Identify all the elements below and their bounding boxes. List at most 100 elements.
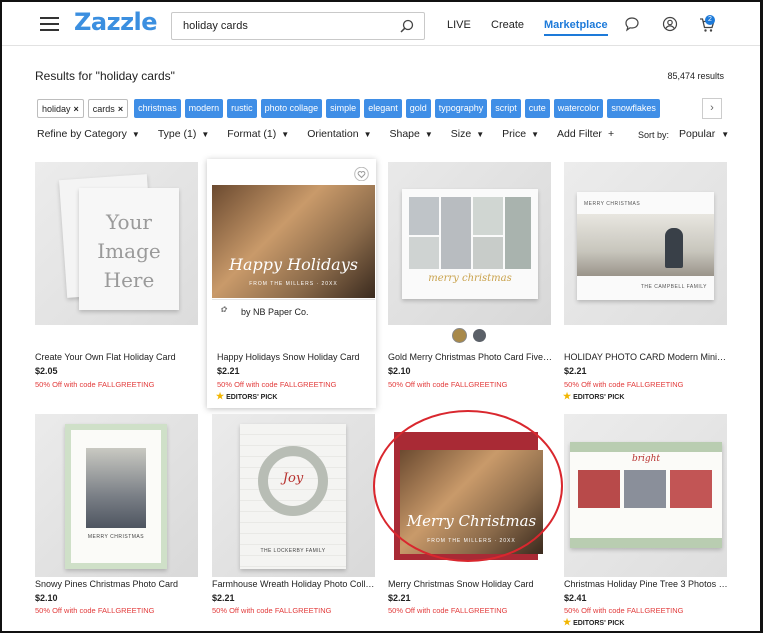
color-swatch[interactable]	[473, 329, 486, 342]
suggest-chip[interactable]: simple	[326, 99, 361, 118]
remove-chip-icon[interactable]: ×	[74, 104, 79, 114]
product-title[interactable]: Create Your Own Flat Holiday Card	[35, 352, 200, 362]
product-price: $2.05	[35, 366, 58, 376]
thumb-caption: Merry Christmas	[406, 512, 537, 530]
seller-logo-icon: ✿	[220, 305, 227, 314]
suggest-chip[interactable]: typography	[434, 99, 488, 118]
thumb-caption: Here	[103, 268, 155, 292]
browser-frame: Zazzle holiday cards LIVE Create Marketp…	[0, 0, 763, 633]
menu-icon[interactable]	[40, 17, 59, 31]
suggest-chip[interactable]: christmas	[134, 99, 181, 118]
results-count: 85,474 results	[667, 71, 724, 81]
editors-pick-badge: ★ EDITORS' PICK	[563, 391, 625, 401]
product-promo: 50% Off with code FALLGREETING	[217, 380, 337, 389]
chip-row: holiday × cards × christmas modern rustic …	[37, 99, 660, 118]
filter-category[interactable]: Refine by Category ▼	[37, 128, 140, 144]
product-thumbnail[interactable]: MERRY CHRISTMAS	[35, 414, 198, 577]
applied-chip-cards[interactable]: cards ×	[87, 99, 129, 118]
account-icon[interactable]	[662, 16, 678, 32]
suggest-chip[interactable]: rustic	[227, 99, 257, 118]
suggest-chip[interactable]: snowflakes	[607, 99, 660, 118]
star-icon: ★	[563, 617, 572, 627]
product-title[interactable]: Happy Holidays Snow Holiday Card	[217, 352, 382, 362]
product-thumbnail[interactable]: Joy THE LOCKERBY FAMILY	[212, 414, 375, 577]
chevron-down-icon: ▼	[721, 130, 730, 139]
filter-shape[interactable]: Shape ▼	[389, 128, 432, 144]
thumb-caption: merry christmas	[428, 273, 512, 284]
zazzle-logo[interactable]: Zazzle	[74, 8, 158, 36]
cart-count-badge: 2	[705, 15, 715, 25]
suggest-chip[interactable]: gold	[405, 99, 431, 118]
chevron-down-icon: ▼	[201, 130, 210, 139]
site-header: Zazzle holiday cards LIVE Create Marketp…	[2, 2, 760, 46]
plus-icon: +	[607, 128, 615, 140]
product-price: $2.41	[564, 593, 587, 603]
product-thumbnail[interactable]: Happy Holidays FROM THE MILLERS · 20XX	[212, 185, 375, 298]
filter-price[interactable]: Price ▼	[502, 128, 539, 144]
product-promo: 50% Off with code FALLGREETING	[388, 380, 508, 389]
chevron-down-icon: ▼	[476, 130, 485, 139]
chevron-down-icon: ▼	[131, 130, 140, 139]
sort-select[interactable]: Popular ▼	[679, 128, 729, 140]
suggest-chip[interactable]: script	[491, 99, 521, 118]
filter-type[interactable]: Type (1) ▼	[158, 128, 209, 144]
product-promo: 50% Off with code FALLGREETING	[564, 380, 684, 389]
thumb-caption: Your	[106, 210, 152, 234]
favorite-heart-icon[interactable]	[354, 167, 369, 181]
product-thumbnail[interactable]: bright	[564, 414, 727, 577]
product-price: $2.10	[35, 593, 58, 603]
product-price: $2.21	[564, 366, 587, 376]
chevron-down-icon: ▼	[531, 130, 539, 139]
product-title[interactable]: Snowy Pines Christmas Photo Card	[35, 579, 200, 589]
chat-icon[interactable]	[624, 16, 640, 32]
search-icon[interactable]	[400, 19, 414, 33]
suggest-chip[interactable]: photo collage	[260, 99, 323, 118]
nav-live[interactable]: LIVE	[447, 19, 471, 31]
editors-pick-badge: ★ EDITORS' PICK	[216, 391, 278, 401]
thumb-caption: FROM THE MILLERS · 20XX	[249, 281, 338, 287]
product-thumbnail[interactable]: MERRY CHRISTMAS THE CAMPBELL FAMILY	[564, 162, 727, 325]
product-thumbnail[interactable]: Your Image Here	[35, 162, 198, 325]
nav-marketplace[interactable]: Marketplace	[544, 19, 608, 36]
filter-orientation[interactable]: Orientation ▼	[307, 128, 371, 144]
filter-size[interactable]: Size ▼	[451, 128, 484, 144]
product-thumbnail[interactable]: Merry Christmas FROM THE MILLERS · 20XX	[388, 414, 551, 577]
thumb-caption: Image	[97, 239, 161, 263]
results-title: Results for "holiday cards"	[35, 69, 175, 83]
thumb-caption: MERRY CHRISTMAS	[87, 534, 145, 540]
product-title[interactable]: Gold Merry Christmas Photo Card Five P..…	[388, 352, 553, 362]
chevron-down-icon: ▼	[363, 130, 372, 139]
applied-chip-holiday[interactable]: holiday ×	[37, 99, 84, 118]
product-price: $2.21	[212, 593, 235, 603]
thumb-caption: Joy	[282, 471, 304, 486]
chips-next-chevron-icon[interactable]: ›	[702, 98, 722, 119]
filter-bar: Refine by Category ▼ Type (1) ▼ Format (1)…	[37, 128, 614, 144]
editors-pick-badge: ★ EDITORS' PICK	[563, 617, 625, 627]
suggest-chip[interactable]: cute	[524, 99, 550, 118]
product-title[interactable]: Christmas Holiday Pine Tree 3 Photos C..…	[564, 579, 729, 589]
remove-chip-icon[interactable]: ×	[118, 104, 123, 114]
search-value: holiday cards	[183, 20, 248, 32]
product-title[interactable]: Farmhouse Wreath Holiday Photo Collag...	[212, 579, 377, 589]
thumb-caption: Happy Holidays	[229, 255, 358, 274]
star-icon: ★	[563, 391, 572, 401]
chevron-down-icon: ▼	[281, 130, 290, 139]
search-input[interactable]: holiday cards	[171, 12, 425, 40]
thumb-caption: bright	[631, 454, 661, 464]
sort-label: Sort by:	[638, 130, 670, 140]
suggest-chip[interactable]: elegant	[364, 99, 402, 118]
add-filter[interactable]: Add Filter +	[557, 128, 614, 144]
product-price: $2.21	[388, 593, 411, 603]
product-thumbnail[interactable]: merry christmas	[388, 162, 551, 325]
thumb-caption: MERRY CHRISTMAS	[584, 201, 641, 207]
seller-name[interactable]: by NB Paper Co.	[241, 307, 309, 317]
product-promo: 50% Off with code FALLGREETING	[212, 606, 332, 615]
product-title[interactable]: Merry Christmas Snow Holiday Card	[388, 579, 553, 589]
suggest-chip[interactable]: modern	[184, 99, 224, 118]
suggest-chip[interactable]: watercolor	[553, 99, 604, 118]
color-swatch[interactable]	[453, 329, 466, 342]
product-title[interactable]: HOLIDAY PHOTO CARD Modern Minimal...	[564, 352, 729, 362]
product-promo: 50% Off with code FALLGREETING	[564, 606, 684, 615]
filter-format[interactable]: Format (1) ▼	[227, 128, 289, 144]
nav-create[interactable]: Create	[491, 19, 524, 31]
